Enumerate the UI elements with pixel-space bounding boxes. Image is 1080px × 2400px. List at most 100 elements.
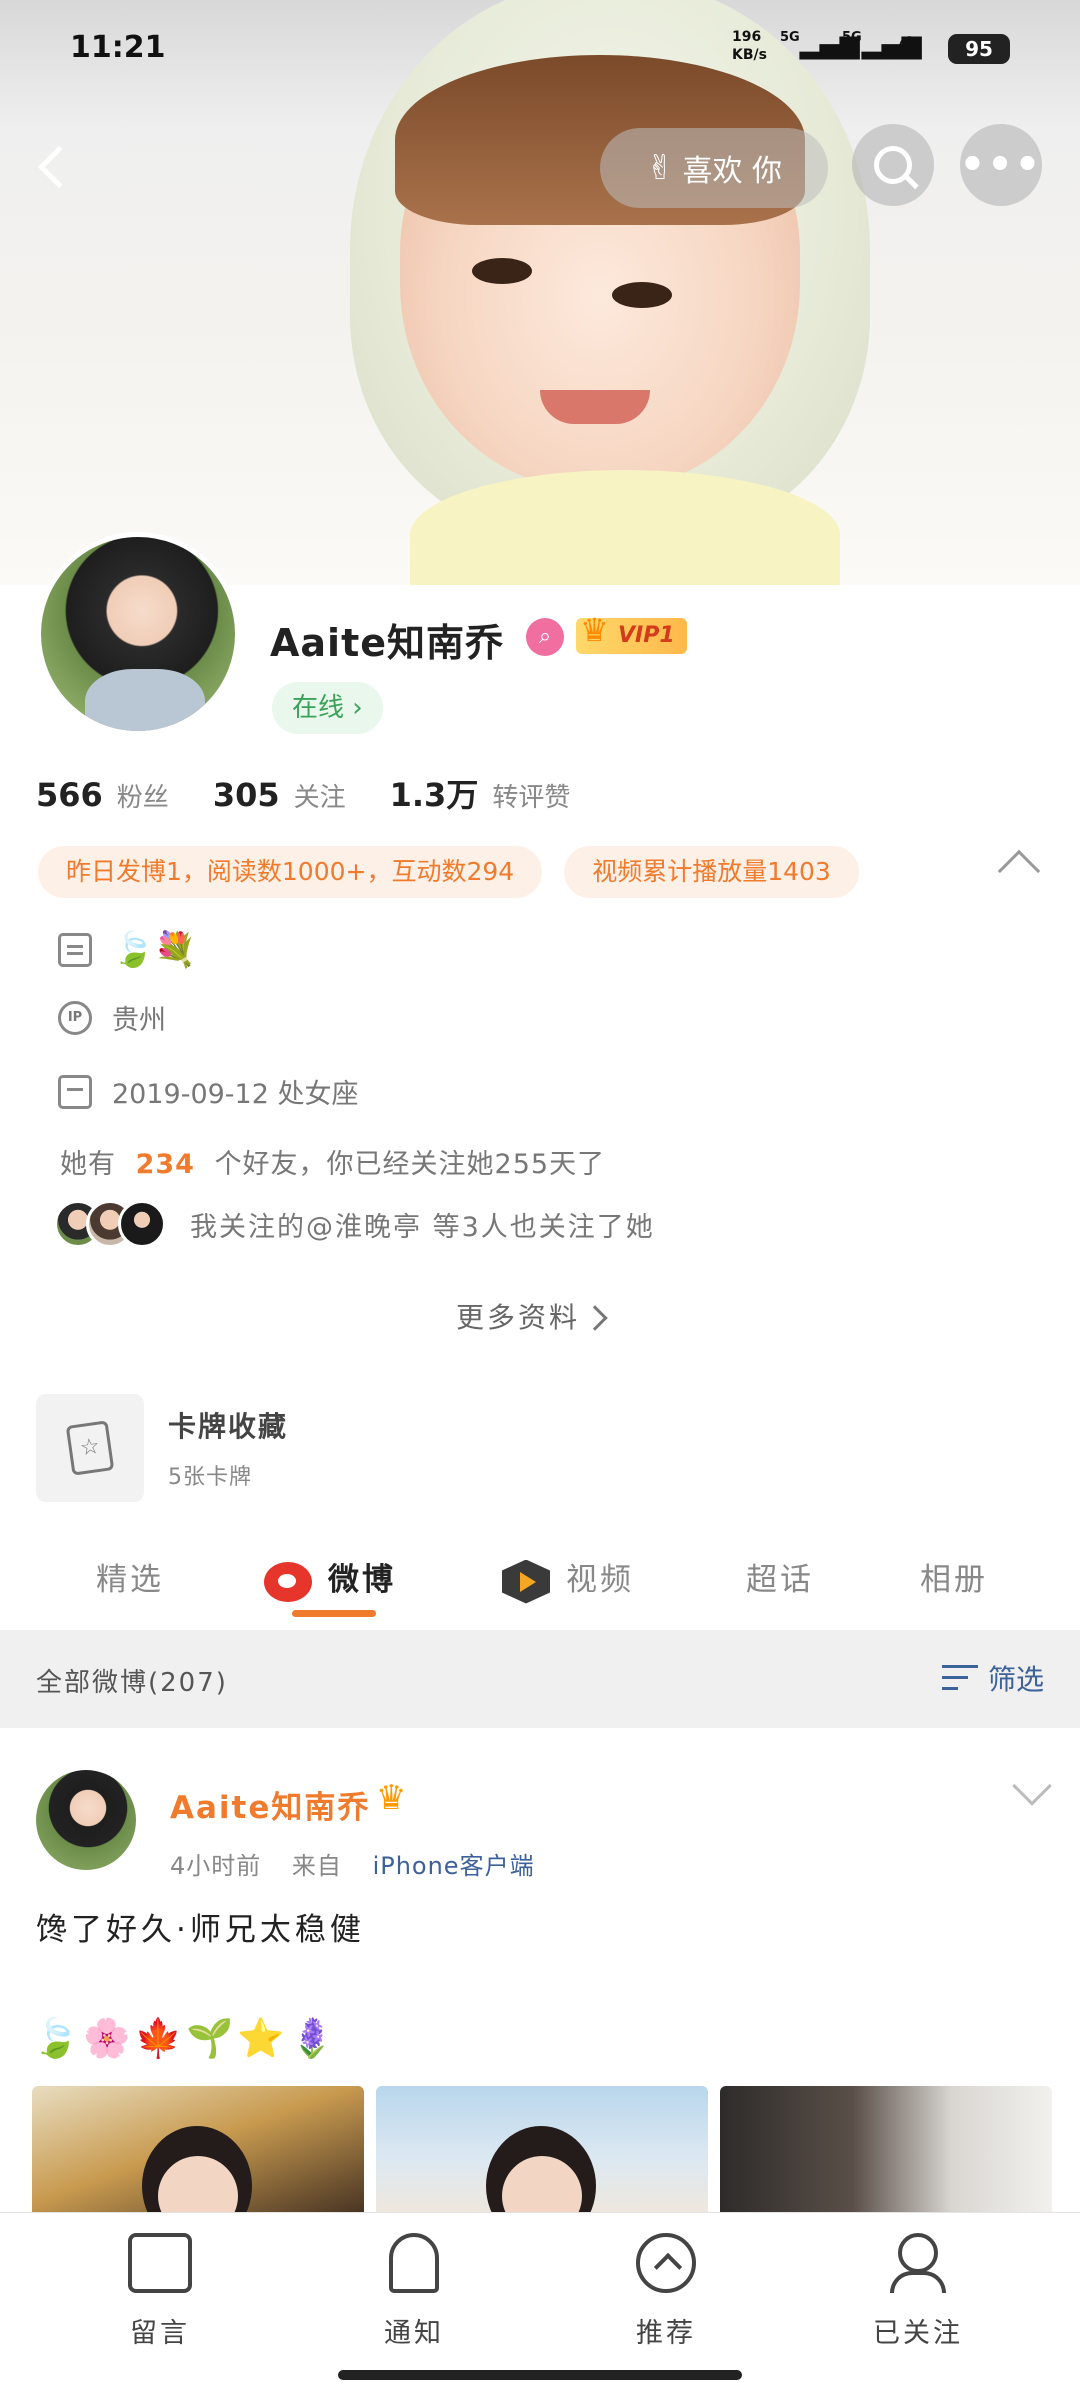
search-button[interactable] <box>852 124 934 206</box>
following-label[interactable]: 关注 <box>294 777 346 814</box>
bio-row: 🍃💐 <box>58 930 197 970</box>
card-collection-subtitle: 5张卡牌 <box>168 1465 252 1490</box>
post-photo[interactable] <box>376 2086 708 2226</box>
crown-icon: ♛ <box>580 611 609 649</box>
filter-button[interactable]: 筛选 <box>941 1658 1044 1698</box>
super-topic-badge-icon[interactable]: ⌕ <box>526 618 564 656</box>
following-count[interactable]: 305 <box>213 776 280 814</box>
tab-weibo[interactable]: 微博 <box>264 1554 396 1602</box>
net-speed-value: 196 <box>732 29 762 45</box>
followed-icon <box>886 2233 950 2293</box>
post-photos <box>32 2086 1052 2226</box>
online-status[interactable]: 在线 › <box>272 682 383 734</box>
crown-icon: ♛ <box>376 1778 407 1818</box>
bio-text: 🍃💐 <box>112 930 197 970</box>
post-time: 4小时前 <box>170 1852 262 1880</box>
vip-label: VIP1 <box>618 623 675 648</box>
video-play-chip[interactable]: 视频累计播放量1403 <box>564 846 859 898</box>
like-you-button[interactable]: ✌ 喜欢 你 <box>600 128 828 208</box>
collapse-chevron-icon[interactable] <box>997 849 1041 893</box>
card-collection[interactable]: ☆ 卡牌收藏 5张卡牌 <box>36 1394 288 1502</box>
fans-count[interactable]: 566 <box>36 776 103 814</box>
search-icon <box>874 146 912 184</box>
more-info-link[interactable]: 更多资料 <box>456 1296 608 1336</box>
net-type-1: 5G <box>780 30 800 45</box>
friends-info: 她有 234 个好友，你已经关注她255天了 <box>60 1142 605 1181</box>
battery-icon: 95 <box>948 34 1010 64</box>
tab-album[interactable]: 相册 <box>920 1554 988 1599</box>
tab-weibo-label: 微博 <box>328 1562 396 1598</box>
tab-featured[interactable]: 精选 <box>96 1554 164 1599</box>
profile-page: 11:21 196 KB/s 5G▂▄▆ 5G▂▄▆ ◠ 95 ✌ 喜欢 你 •… <box>0 0 1080 2400</box>
nav-followed[interactable]: 已关注 <box>838 2233 998 2350</box>
status-time: 11:21 <box>70 30 166 65</box>
home-indicator[interactable] <box>338 2370 742 2380</box>
nav-followed-label: 已关注 <box>873 2318 963 2349</box>
more-icon: ••• <box>959 142 1043 188</box>
post-photo[interactable] <box>32 2086 364 2226</box>
mutual-avatar <box>118 1200 166 1248</box>
activity-chip[interactable]: 昨日发博1，阅读数1000+，互动数294 <box>38 846 543 898</box>
net-speed: 196 KB/s <box>732 28 767 64</box>
avatar[interactable] <box>36 532 240 736</box>
banner-eye-right <box>612 282 672 308</box>
message-icon <box>128 2233 192 2293</box>
post-meta: 4小时前 来自 iPhone客户端 <box>170 1846 535 1881</box>
tab-video[interactable]: 视频 <box>502 1554 634 1604</box>
all-posts-label: 全部微博(207) <box>36 1668 228 1698</box>
calendar-icon <box>58 1074 92 1109</box>
post-source[interactable]: iPhone客户端 <box>373 1852 535 1880</box>
document-icon <box>58 933 92 967</box>
chevron-right-icon <box>582 1305 608 1331</box>
tab-video-label: 视频 <box>566 1562 634 1598</box>
fans-label[interactable]: 粉丝 <box>117 777 169 814</box>
profile-stats: 566 粉丝 305 关注 1.3万 转评赞 <box>36 770 600 816</box>
post-photo[interactable] <box>720 2086 1052 2226</box>
active-tab-indicator <box>292 1610 376 1617</box>
post-from-label: 来自 <box>291 1852 342 1880</box>
birthday-text: 2019-09-12 处女座 <box>112 1079 359 1110</box>
nav-notification-label: 通知 <box>384 2318 444 2349</box>
post-author[interactable]: Aaite知南乔 <box>170 1782 370 1827</box>
post-menu-chevron-icon[interactable] <box>1012 1766 1052 1806</box>
video-logo-icon <box>502 1559 550 1604</box>
feed-filter-bar: 全部微博(207) 筛选 <box>0 1630 1080 1728</box>
vip-badge[interactable]: ♛ VIP1 <box>576 612 687 654</box>
birthday-row: 2019-09-12 处女座 <box>58 1072 359 1111</box>
engagement-count[interactable]: 1.3万 <box>390 770 479 816</box>
engagement-label[interactable]: 转评赞 <box>492 777 570 814</box>
back-icon <box>37 145 81 189</box>
recommend-icon <box>636 2233 696 2293</box>
chevron-right-icon: › <box>352 693 363 723</box>
weibo-logo-icon <box>264 1561 312 1602</box>
nav-notification[interactable]: 通知 <box>334 2233 494 2350</box>
post-text: 馋了好久·师兄太稳健 <box>36 1912 365 1948</box>
online-label: 在线 <box>292 693 345 723</box>
friends-prefix: 她有 <box>60 1149 116 1180</box>
nav-recommend-label: 推荐 <box>636 2318 696 2349</box>
ip-icon: IP <box>58 1000 92 1035</box>
profile-tabs: 精选 微博 视频 超话 相册 <box>0 1540 1080 1630</box>
net-speed-unit: KB/s <box>732 47 767 63</box>
bell-icon <box>389 2233 439 2293</box>
location-row: IP 贵州 <box>58 998 166 1037</box>
more-info-label: 更多资料 <box>456 1301 581 1334</box>
banner-eye-left <box>472 258 532 284</box>
friends-suffix: 个好友，你已经关注她255天了 <box>214 1149 606 1180</box>
mutual-follow-row[interactable]: 我关注的@淮晚亭 等3人也关注了她 <box>54 1200 655 1248</box>
mutual-avatars <box>54 1200 166 1248</box>
back-button[interactable] <box>30 138 81 198</box>
nav-message[interactable]: 留言 <box>80 2233 240 2350</box>
card-collection-title: 卡牌收藏 <box>168 1410 289 1443</box>
status-bar: 11:21 196 KB/s 5G▂▄▆ 5G▂▄▆ ◠ 95 <box>0 0 1080 100</box>
tab-super-topic[interactable]: 超话 <box>746 1554 814 1599</box>
nav-recommend[interactable]: 推荐 <box>586 2233 746 2350</box>
more-button[interactable]: ••• <box>960 124 1042 206</box>
filter-icon <box>941 1663 978 1693</box>
banner-mouth <box>540 390 650 424</box>
hand-heart-icon: ✌ <box>645 148 675 188</box>
post-avatar[interactable] <box>36 1770 136 1870</box>
mutual-text: 我关注的@淮晚亭 等3人也关注了她 <box>190 1211 655 1243</box>
friends-count[interactable]: 234 <box>126 1149 205 1180</box>
activity-chips: 昨日发博1，阅读数1000+，互动数294 视频累计播放量1403 <box>38 846 859 898</box>
